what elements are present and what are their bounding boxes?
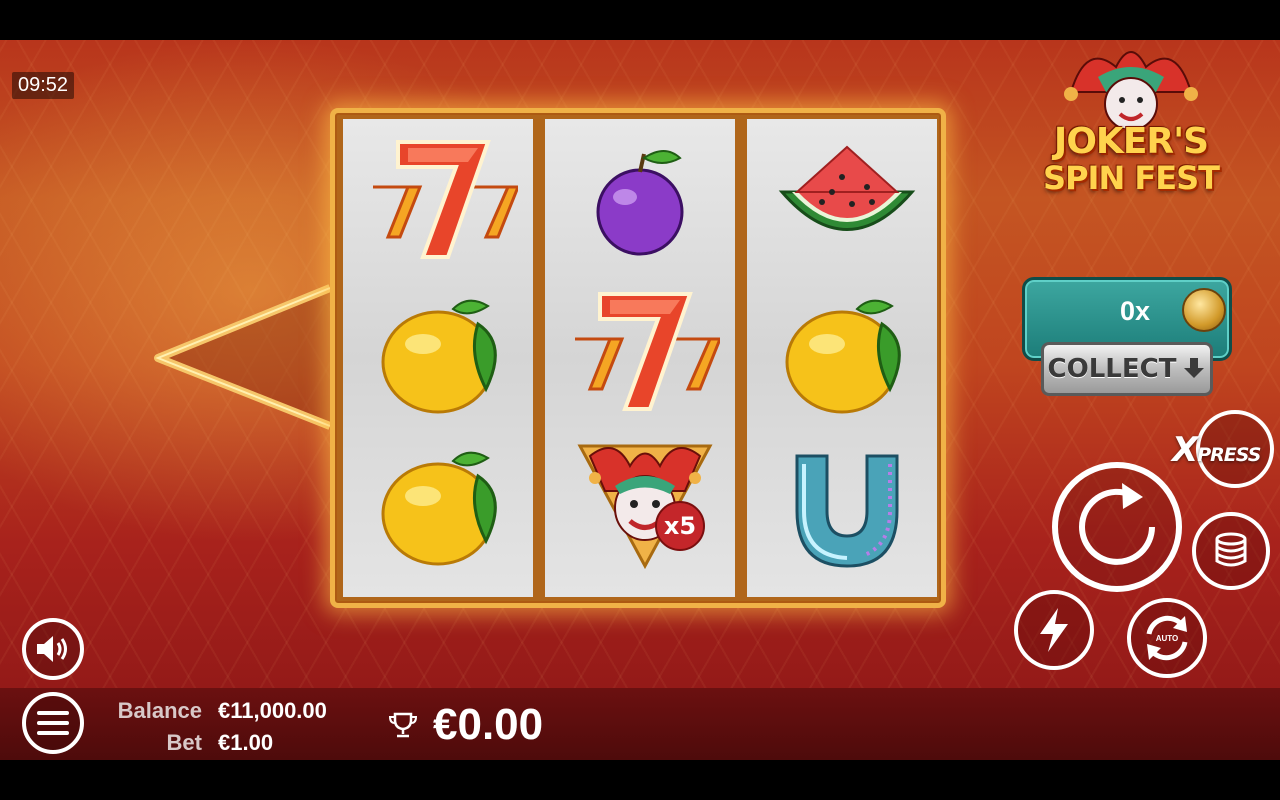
reel-1-symbol-1	[343, 127, 533, 277]
multiplier-badge-text: x5	[663, 512, 697, 540]
reel-1	[343, 119, 533, 597]
reel-1-symbol-3	[343, 431, 533, 581]
game-logo: JOKER'S SPIN FEST	[1026, 42, 1236, 237]
xpress-label: XPRESS	[1172, 430, 1261, 470]
seven-777-icon	[373, 140, 518, 259]
win-amount: €0.00	[433, 700, 544, 749]
bet-coins-button[interactable]	[1192, 512, 1270, 590]
lemon-icon	[785, 299, 901, 414]
balance-value: €11,000.00	[218, 698, 327, 723]
coin-icon	[1182, 288, 1226, 332]
reel-3-symbol-2	[747, 279, 937, 429]
reel-3	[747, 119, 937, 597]
speaker-icon	[37, 636, 67, 662]
reel-2-symbol-3: x5	[545, 431, 735, 581]
game-title-line1: JOKER'S	[1053, 121, 1209, 162]
game-title-line2: SPIN FEST	[1043, 159, 1220, 197]
bet-value: €1.00	[218, 730, 274, 755]
reel-frame: x5	[330, 108, 946, 608]
reel-3-symbol-1	[747, 127, 937, 277]
balance-label: Balance	[117, 698, 202, 723]
reel-2-symbol-2	[545, 279, 735, 429]
collect-down-arrow-icon	[1184, 358, 1205, 378]
reel-3-symbol-3	[747, 431, 937, 581]
horseshoe-icon	[795, 454, 899, 568]
sound-button[interactable]	[22, 618, 84, 680]
watermelon-icon	[778, 145, 916, 231]
joker-x5-icon	[577, 444, 713, 570]
spin-button[interactable]	[1052, 462, 1182, 592]
collect-multiplier: 0x	[1119, 296, 1151, 326]
xpress-rest: PRESS	[1197, 444, 1261, 466]
reel-pointer-arrow	[154, 284, 332, 430]
reel-2-symbol-1	[545, 127, 735, 277]
autoplay-label: AUTO	[1156, 634, 1179, 643]
plum-icon	[596, 150, 684, 256]
lightning-icon	[1040, 608, 1068, 652]
trophy-icon	[389, 712, 417, 738]
hamburger-icon	[37, 711, 69, 735]
seven-777-icon	[575, 292, 720, 411]
game-stage: 09:52 x5 JOKER'S SPIN FEST 0x COLLECT XP…	[0, 40, 1280, 760]
spin-icon	[1079, 483, 1155, 565]
clock-display: 09:52	[12, 72, 75, 99]
collect-button-label: COLLECT	[1047, 354, 1177, 384]
multiplier-badge: x5	[655, 501, 705, 551]
lemon-icon	[381, 299, 497, 414]
reel-2: x5	[545, 119, 735, 597]
coin-stack-icon	[1215, 532, 1247, 567]
menu-button[interactable]	[22, 692, 84, 754]
lemon-icon	[381, 451, 497, 566]
reel-1-symbol-2	[343, 279, 533, 429]
autoplay-button[interactable]: AUTO	[1127, 598, 1207, 678]
autoplay-icon: AUTO	[1146, 615, 1188, 661]
collect-button[interactable]: COLLECT	[1041, 342, 1213, 396]
turbo-button[interactable]	[1014, 590, 1094, 670]
joker-logo-icon	[1064, 51, 1198, 131]
xpress-x: X	[1172, 430, 1198, 470]
bet-label: Bet	[166, 730, 202, 755]
